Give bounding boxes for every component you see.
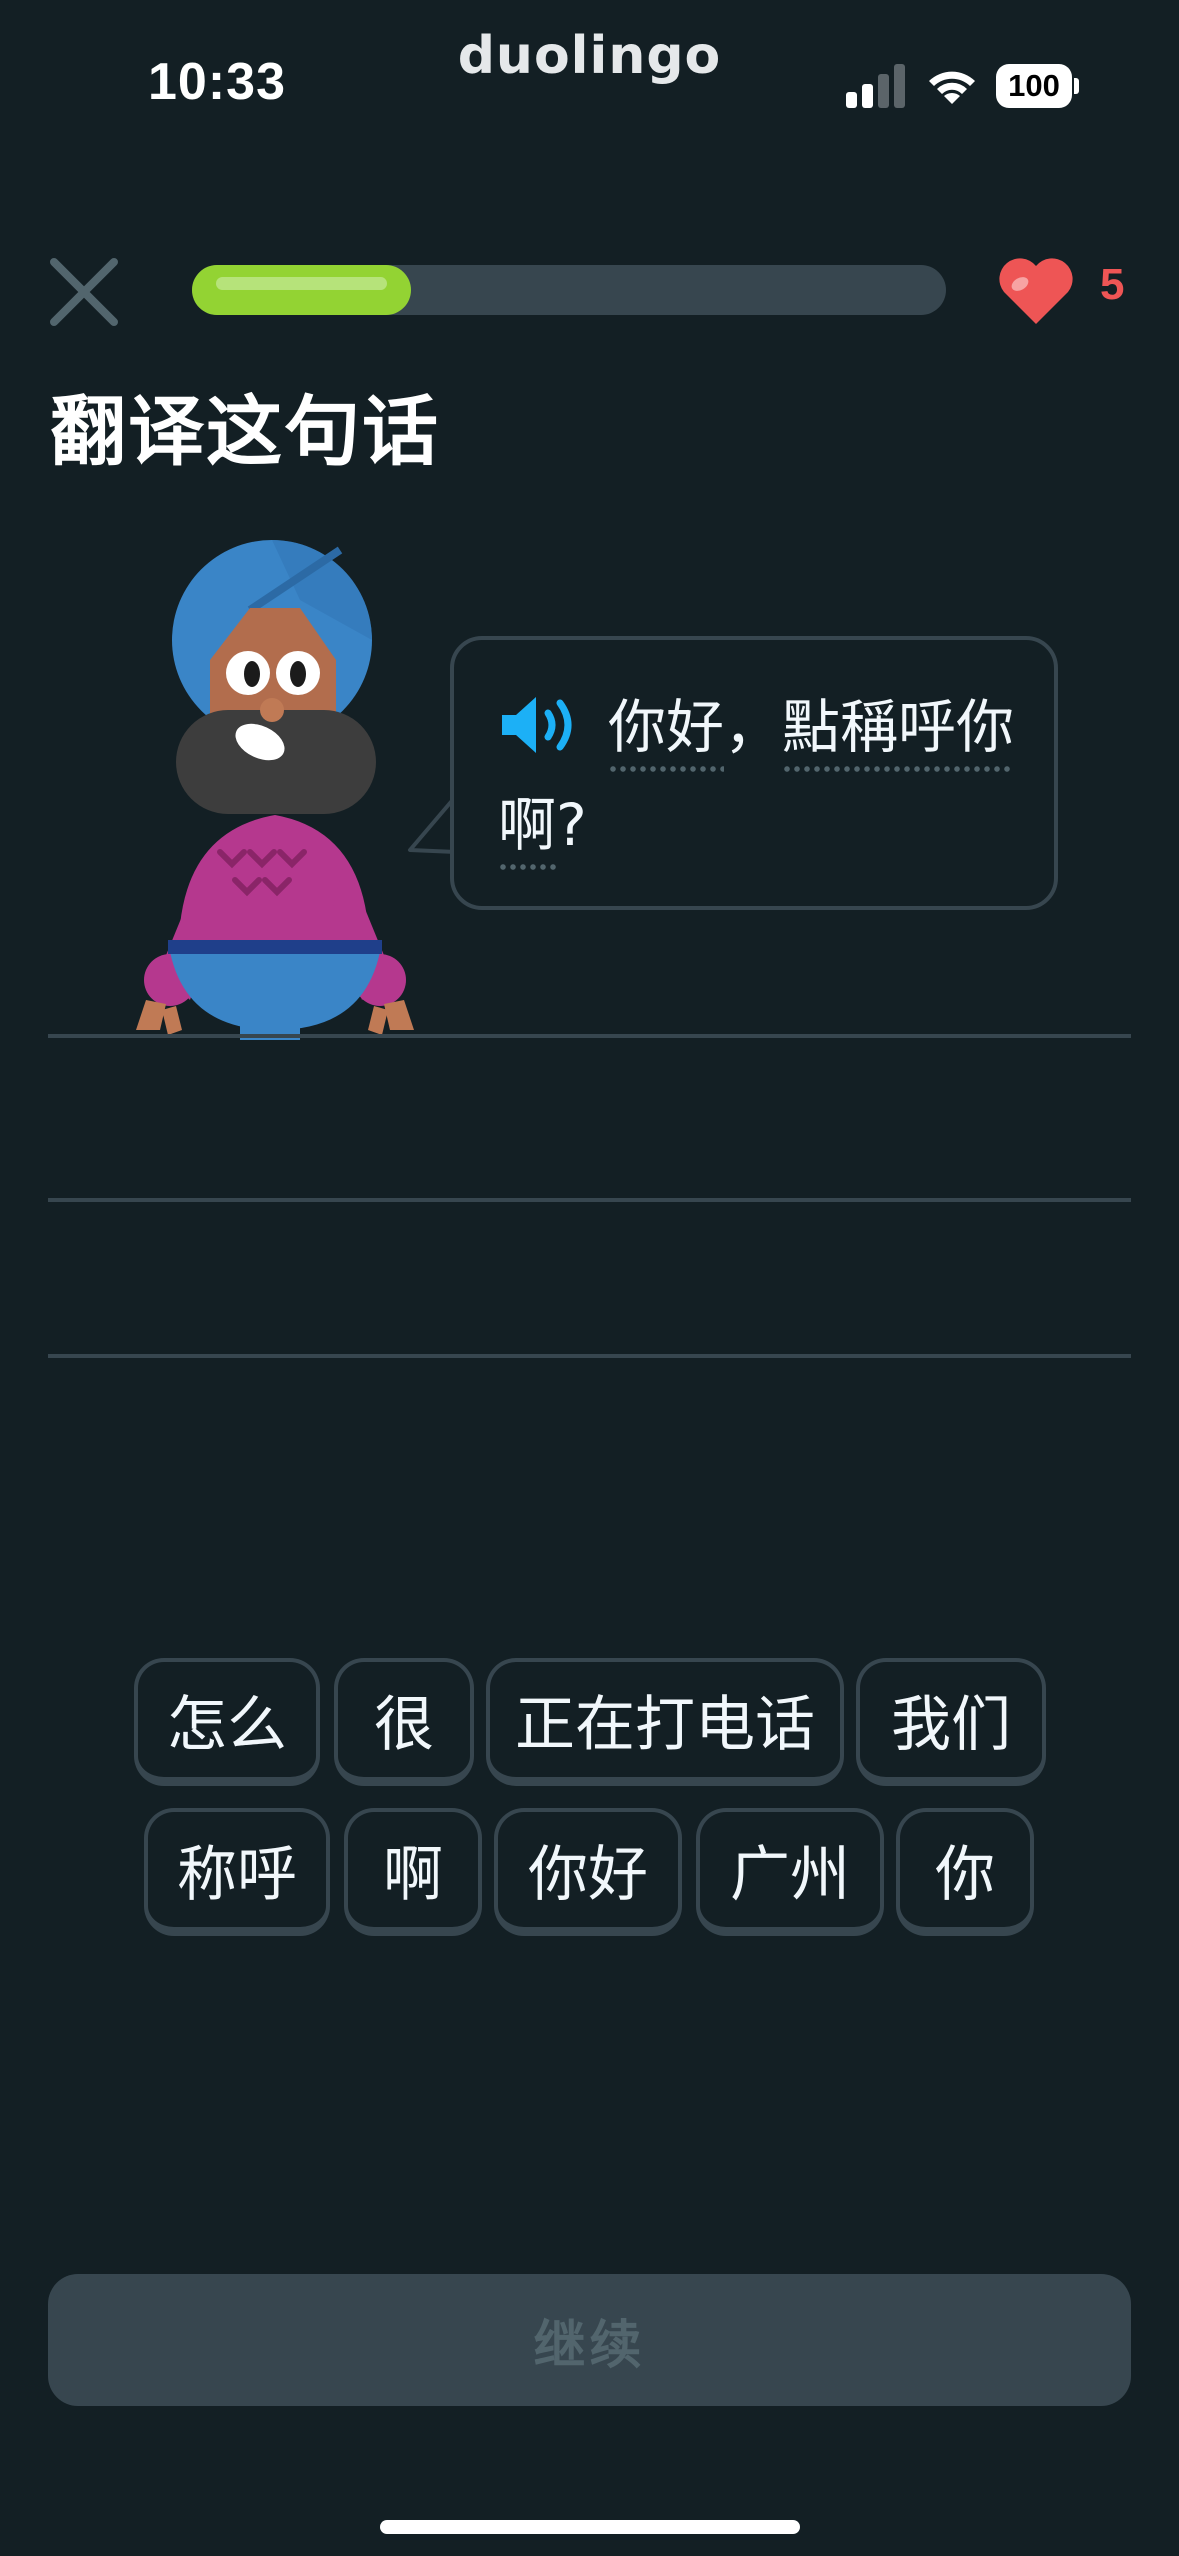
answer-line — [48, 1198, 1131, 1202]
battery-level: 100 — [996, 64, 1072, 108]
prompt-word[interactable]: 點稱呼你 — [782, 693, 1015, 773]
prompt-punctuation: ， — [724, 693, 783, 761]
answer-line — [48, 1034, 1131, 1038]
progress-fill — [192, 265, 411, 315]
speaker-icon[interactable] — [498, 693, 580, 757]
heart-icon[interactable] — [996, 258, 1076, 326]
prompt-word[interactable]: 啊 — [498, 791, 557, 871]
word-chip[interactable]: 很 — [334, 1658, 474, 1786]
answer-line — [48, 1354, 1131, 1358]
speech-bubble: 你好，點稱呼你啊? — [450, 636, 1058, 910]
prompt-word[interactable]: 你好 — [608, 693, 725, 773]
hearts-count: 5 — [1100, 260, 1125, 309]
prompt-punctuation: ? — [556, 791, 587, 859]
continue-button[interactable]: 继续 — [48, 2274, 1131, 2406]
home-indicator[interactable] — [380, 2520, 800, 2534]
word-chip[interactable]: 啊 — [344, 1808, 482, 1936]
word-chip[interactable]: 怎么 — [134, 1658, 320, 1786]
word-chip[interactable]: 你 — [896, 1808, 1034, 1936]
word-chip[interactable]: 我们 — [856, 1658, 1046, 1786]
word-chip[interactable]: 称呼 — [144, 1808, 330, 1936]
exercise-title: 翻译这句话 — [50, 387, 440, 476]
word-chip[interactable]: 广州 — [696, 1808, 884, 1936]
battery-icon: 100 — [996, 64, 1080, 108]
close-icon[interactable] — [44, 252, 124, 332]
wifi-icon — [929, 71, 975, 104]
lesson-progress-bar — [192, 265, 946, 315]
cellular-signal-icon — [846, 64, 905, 108]
word-chip[interactable]: 正在打电话 — [486, 1658, 844, 1786]
word-chip[interactable]: 你好 — [494, 1808, 682, 1936]
character-illustration — [136, 540, 414, 1040]
